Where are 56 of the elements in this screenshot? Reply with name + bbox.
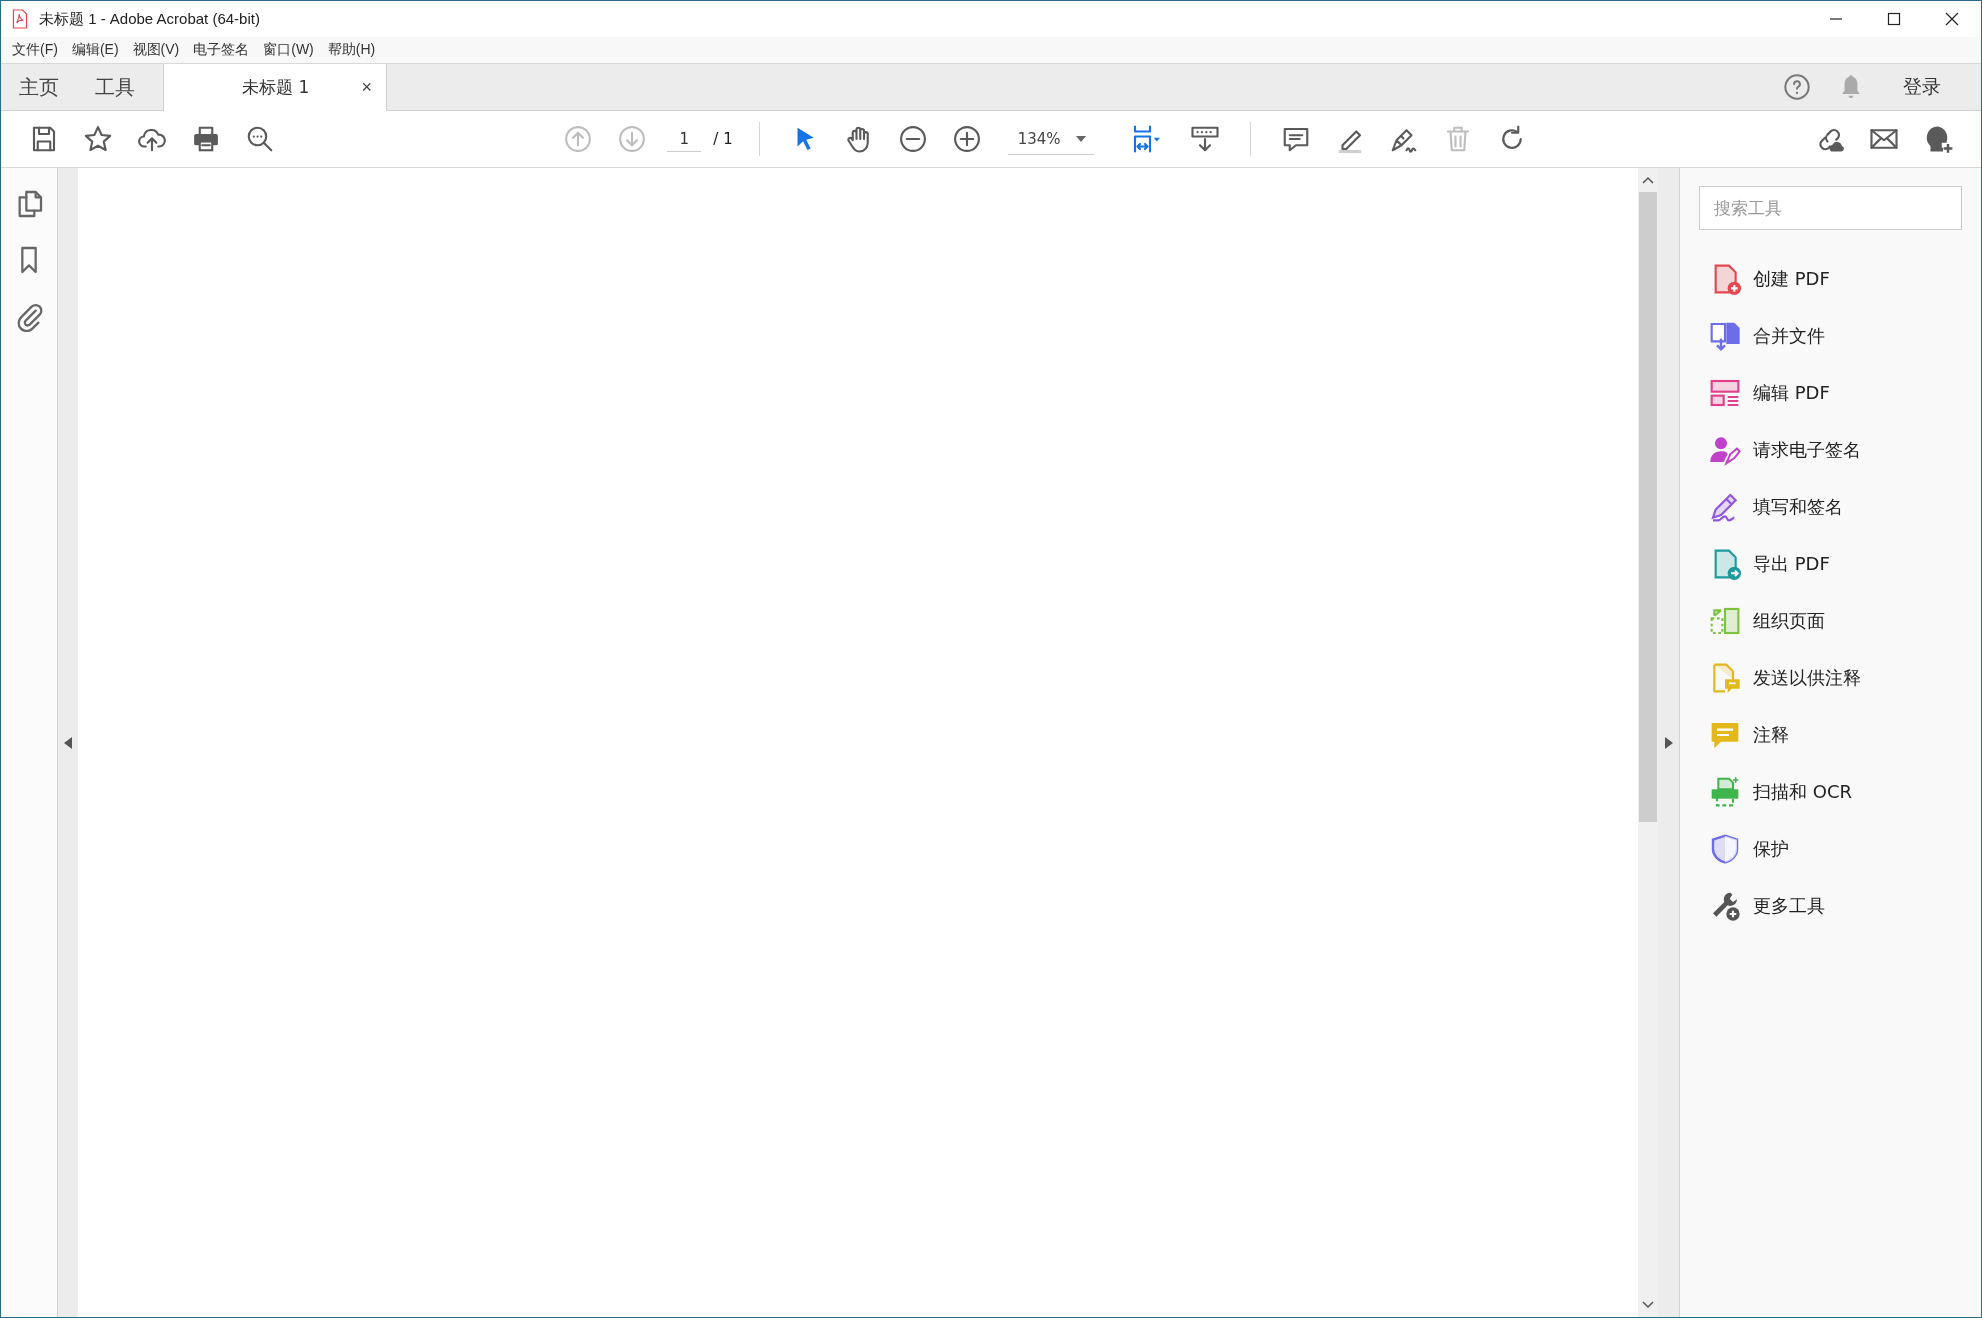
scrollbar-thumb[interactable] <box>1639 192 1657 822</box>
tool-item[interactable]: 注释 <box>1699 706 1963 763</box>
nav-tab[interactable]: 主页 <box>1 64 77 110</box>
menu-item[interactable]: 窗口(W) <box>256 41 321 59</box>
zoom-dropdown[interactable]: 134% <box>1007 123 1094 155</box>
caret-icon <box>1075 135 1086 142</box>
search-field[interactable]: 搜索工具 <box>1699 186 1962 230</box>
tool-item[interactable]: 编辑 PDF <box>1699 364 1963 421</box>
collapse-left-icon[interactable] <box>64 736 72 749</box>
zoom-out-icon[interactable] <box>897 124 928 154</box>
tool-label: 注释 <box>1753 722 1789 747</box>
nav-tab[interactable]: 工具 <box>77 64 153 110</box>
tool-label: 导出 PDF <box>1753 551 1830 576</box>
tool-label: 扫描和 OCR <box>1753 779 1852 804</box>
tool-label: 填写和签名 <box>1753 494 1843 519</box>
expand-right-icon[interactable] <box>1664 736 1673 749</box>
close-icon[interactable] <box>1945 12 1959 26</box>
tool-label: 创建 PDF <box>1753 266 1830 291</box>
star-icon[interactable] <box>83 124 113 154</box>
tool-label: 发送以供注释 <box>1753 665 1861 690</box>
tool-item[interactable]: 请求电子签名 <box>1699 421 1963 478</box>
pdf-app-icon <box>11 9 29 29</box>
magnifier-icon[interactable] <box>245 124 275 154</box>
sign-in-link[interactable]: 登录 <box>1903 74 1941 100</box>
tool-item[interactable]: 合并文件 <box>1699 307 1963 364</box>
tool-item[interactable]: 填写和签名 <box>1699 478 1963 535</box>
tool-label: 编辑 PDF <box>1753 380 1830 405</box>
maximize-icon[interactable] <box>1887 12 1901 26</box>
scroll-down-icon[interactable] <box>1642 1299 1654 1311</box>
menu-item[interactable]: 编辑(E) <box>64 41 126 59</box>
menu-item[interactable]: 文件(F) <box>5 41 65 59</box>
menu-item[interactable]: 视图(V) <box>125 41 187 59</box>
close-tab-button[interactable]: × <box>357 77 376 98</box>
tool-item[interactable]: 发送以供注释 <box>1699 649 1963 706</box>
tool-item[interactable]: 保护 <box>1699 820 1963 877</box>
page-count: / 1 <box>713 130 733 148</box>
tool-label: 保护 <box>1753 836 1789 861</box>
scroll-up-icon[interactable] <box>1642 174 1654 186</box>
zoom-in-icon[interactable] <box>951 124 982 154</box>
tool-item[interactable]: 导出 PDF <box>1699 535 1963 592</box>
tool-item[interactable]: 组织页面 <box>1699 592 1963 649</box>
scroll-mode-icon[interactable] <box>1189 124 1220 154</box>
tool-item[interactable]: 更多工具 <box>1699 877 1963 934</box>
tool-item[interactable]: 创建 PDF <box>1699 250 1963 307</box>
document-tab-label: 未标题 1 <box>242 76 310 99</box>
tool-label: 组织页面 <box>1753 608 1825 633</box>
menu-item[interactable]: 电子签名 <box>186 41 257 59</box>
tool-item[interactable]: 扫描和 OCR <box>1699 763 1963 820</box>
tool-label: 合并文件 <box>1753 323 1825 348</box>
menu-item[interactable]: 帮助(H) <box>320 41 383 59</box>
tool-label: 更多工具 <box>1753 893 1825 918</box>
document-tab[interactable]: 未标题 1 × <box>164 64 387 111</box>
printer-icon[interactable] <box>191 124 221 154</box>
tool-label: 请求电子签名 <box>1753 437 1861 462</box>
window-title: 未标题 1 - Adobe Acrobat (64-bit) <box>39 9 260 29</box>
help-icon[interactable] <box>1783 73 1811 101</box>
